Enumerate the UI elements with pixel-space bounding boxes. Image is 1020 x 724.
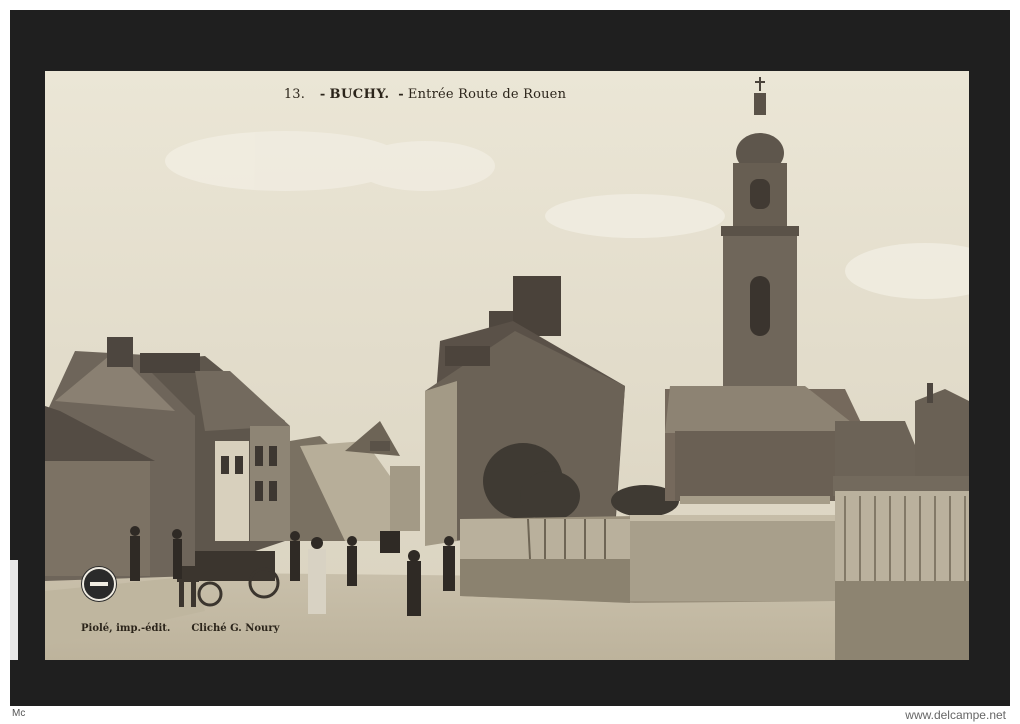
publisher-stamp-icon xyxy=(82,567,116,601)
caption-dash: - xyxy=(398,87,404,102)
postcard-credit: Piolé, imp.-édit. Cliché G. Noury xyxy=(81,623,279,634)
postcard-photo: 13. - BUCHY. - Entrée Route de Rouen Piolé… xyxy=(45,71,969,660)
postcard-caption: 13. - BUCHY. - Entrée Route de Rouen xyxy=(45,87,805,102)
place-description: Entrée Route de Rouen xyxy=(407,87,567,102)
street-scene xyxy=(45,71,969,660)
fence-right xyxy=(835,491,969,660)
place-name: BUCHY. xyxy=(329,87,390,102)
walls xyxy=(460,515,835,603)
photographer-credit: Cliché G. Noury xyxy=(191,623,280,634)
watermark: www.delcampe.net xyxy=(905,708,1006,722)
right-buildings xyxy=(665,383,969,504)
card-number: 13. xyxy=(283,87,306,102)
seller-mark: Mc xyxy=(12,708,26,719)
caption-dash: - xyxy=(319,87,326,102)
publisher-credit: Piolé, imp.-édit. xyxy=(81,623,171,634)
mat-edge xyxy=(10,560,18,660)
